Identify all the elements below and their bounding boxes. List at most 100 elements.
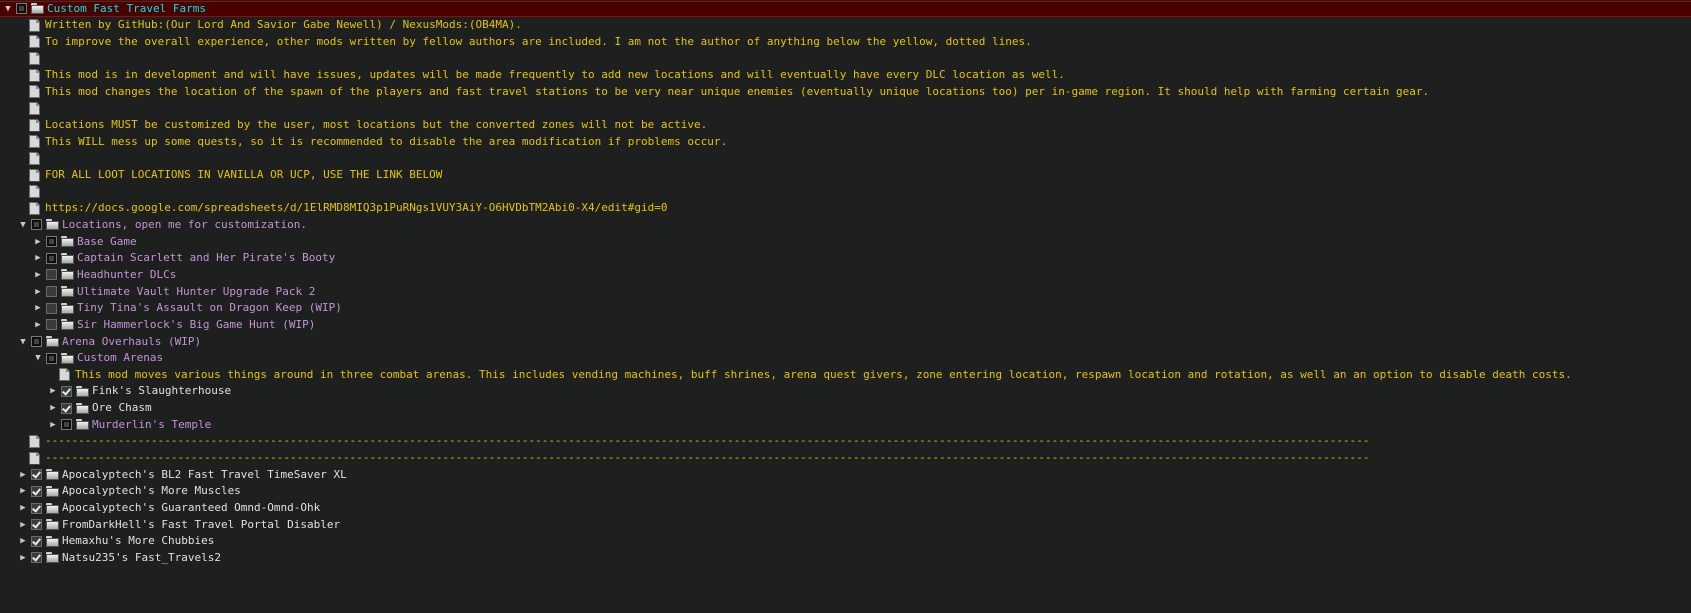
enable-checkbox[interactable] [46,269,57,281]
tree-folder-row[interactable]: ▶ Apocalyptech's Guaranteed Omnd-Omnd-Ohk [0,500,1691,516]
expand-arrow-right-icon[interactable]: ▶ [32,234,44,250]
tree-item-label: Apocalyptech's Guaranteed Omnd-Omnd-Ohk [62,501,321,514]
tree-item-label: ----------------------------------------… [45,434,1370,448]
tree-note-row[interactable]: This WILL mess up some quests, so it is … [0,134,1691,150]
enable-checkbox[interactable] [46,236,57,248]
tree-item-label: FOR ALL LOOT LOCATIONS IN VANILLA OR UCP… [45,168,443,181]
tree-folder-row[interactable]: ▼ Custom Fast Travel Farms [0,0,1691,17]
tree-folder-row[interactable]: ▶ Tiny Tina's Assault on Dragon Keep (WIP… [0,300,1691,316]
enable-checkbox[interactable] [31,219,42,231]
tree-note-row[interactable] [0,50,1691,66]
tree-note-row[interactable]: This mod is in development and will have… [0,67,1691,83]
document-icon [29,185,40,199]
expand-arrow-right-icon[interactable]: ▶ [32,250,44,266]
folder-icon [76,402,89,414]
tree-folder-row[interactable]: ▶ Headhunter DLCs [0,267,1691,283]
enable-checkbox[interactable] [16,3,27,14]
tree-folder-row[interactable]: ▶ Sir Hammerlock's Big Game Hunt (WIP) [0,317,1691,333]
tree-item-label: This mod is in development and will have… [45,68,1065,82]
tree-item-label: This mod changes the location of the spa… [45,84,1430,98]
folder-icon [61,269,74,281]
enable-checkbox[interactable] [46,319,57,331]
folder-icon [46,535,59,547]
expand-arrow-right-icon[interactable]: ▶ [17,517,29,533]
enable-checkbox[interactable] [31,485,42,497]
tree-folder-row[interactable]: ▶ Ultimate Vault Hunter Upgrade Pack 2 [0,284,1691,300]
tree-folder-row[interactable]: ▶ Ore Chasm [0,400,1691,416]
folder-icon [46,519,59,531]
enable-checkbox[interactable] [46,352,57,364]
tree-item-label: Hemaxhu's More Chubbies [62,534,215,548]
tree-folder-row[interactable]: ▶ Captain Scarlett and Her Pirate's Booty [0,250,1691,266]
enable-checkbox[interactable] [31,519,42,531]
tree-note-row[interactable]: This mod moves various things around in … [0,367,1691,383]
folder-icon [46,485,59,497]
expand-arrow-down-icon[interactable]: ▼ [17,334,29,350]
tree-note-row[interactable]: This mod changes the location of the spa… [0,84,1691,100]
enable-checkbox[interactable] [46,252,57,264]
tree-note-row[interactable]: ----------------------------------------… [0,450,1691,466]
folder-icon [61,252,74,264]
folder-icon [46,502,59,514]
tree-item-label: Murderlin's Temple [92,417,212,431]
enable-checkbox[interactable] [31,535,42,547]
tree-item-label: Written by GitHub:(Our Lord And Savior G… [45,18,522,32]
tree-folder-row[interactable]: ▶ Murderlin's Temple [0,417,1691,433]
tree-folder-row[interactable]: ▶ Fink's Slaughterhouse [0,383,1691,399]
document-icon [29,18,40,32]
tree-item-label: Locations, open me for customization. [62,217,308,231]
enable-checkbox[interactable] [31,336,42,347]
folder-icon [61,236,74,248]
expand-arrow-right-icon[interactable]: ▶ [17,533,29,549]
expand-arrow-right-icon[interactable]: ▶ [17,550,29,566]
tree-item-label: This WILL mess up some quests, so it is … [45,134,728,148]
tree-item-label: Apocalyptech's BL2 Fast Travel TimeSaver… [62,467,347,481]
tree-note-row[interactable]: To improve the overall experience, other… [0,34,1691,50]
document-icon [29,201,40,215]
expand-arrow-right-icon[interactable]: ▶ [47,417,59,433]
tree-note-row[interactable]: Locations MUST be customized by the user… [0,117,1691,133]
tree-note-row[interactable]: Written by GitHub:(Our Lord And Savior G… [0,17,1691,33]
enable-checkbox[interactable] [61,419,72,431]
enable-checkbox[interactable] [46,286,57,298]
enable-checkbox[interactable] [61,402,72,414]
expand-arrow-right-icon[interactable]: ▶ [32,267,44,283]
expand-arrow-right-icon[interactable]: ▶ [32,284,44,300]
tree-folder-row[interactable]: ▶ FromDarkHell's Fast Travel Portal Disab… [0,517,1691,533]
tree-note-row[interactable]: https://docs.google.com/spreadsheets/d/1… [0,200,1691,216]
tree-folder-row[interactable]: ▶ Base Game [0,234,1691,250]
expand-arrow-down-icon[interactable]: ▼ [32,350,44,366]
expand-arrow-right-icon[interactable]: ▶ [32,317,44,333]
enable-checkbox[interactable] [31,552,42,564]
tree-folder-row[interactable]: ▼ Arena Overhauls (WIP) [0,334,1691,350]
expand-arrow-right-icon[interactable]: ▶ [47,400,59,416]
tree-folder-row[interactable]: ▶ Apocalyptech's More Muscles [0,483,1691,499]
enable-checkbox[interactable] [46,302,57,314]
tree-note-row[interactable]: ----------------------------------------… [0,433,1691,449]
tree-folder-row[interactable]: ▶ Hemaxhu's More Chubbies [0,533,1691,549]
expand-arrow-right-icon[interactable]: ▶ [17,467,29,483]
tree-note-row[interactable] [0,100,1691,116]
tree-note-row[interactable]: FOR ALL LOOT LOCATIONS IN VANILLA OR UCP… [0,167,1691,183]
expand-arrow-right-icon[interactable]: ▶ [32,300,44,316]
expand-arrow-down-icon[interactable]: ▼ [17,217,29,233]
enable-checkbox[interactable] [31,469,42,481]
tree-folder-row[interactable]: ▼ Custom Arenas [0,350,1691,366]
expand-arrow-right-icon[interactable]: ▶ [17,483,29,499]
folder-icon [76,385,89,397]
tree-folder-row[interactable]: ▶ Natsu235's Fast_Travels2 [0,550,1691,566]
expand-arrow-down-icon[interactable]: ▼ [2,1,14,17]
expand-arrow-right-icon[interactable]: ▶ [17,500,29,516]
enable-checkbox[interactable] [31,502,42,514]
tree-item-label: Captain Scarlett and Her Pirate's Booty [77,251,336,265]
document-icon [29,101,40,115]
expand-arrow-right-icon[interactable]: ▶ [47,383,59,399]
enable-checkbox[interactable] [61,385,72,397]
tree-folder-row[interactable]: ▼ Locations, open me for customization. [0,217,1691,233]
tree-note-row[interactable] [0,184,1691,200]
tree-folder-row[interactable]: ▶ Apocalyptech's BL2 Fast Travel TimeSave… [0,467,1691,483]
document-icon [29,151,40,165]
tree-item-label: Arena Overhauls (WIP) [62,334,202,348]
tree-note-row[interactable] [0,150,1691,166]
document-icon [29,434,40,448]
